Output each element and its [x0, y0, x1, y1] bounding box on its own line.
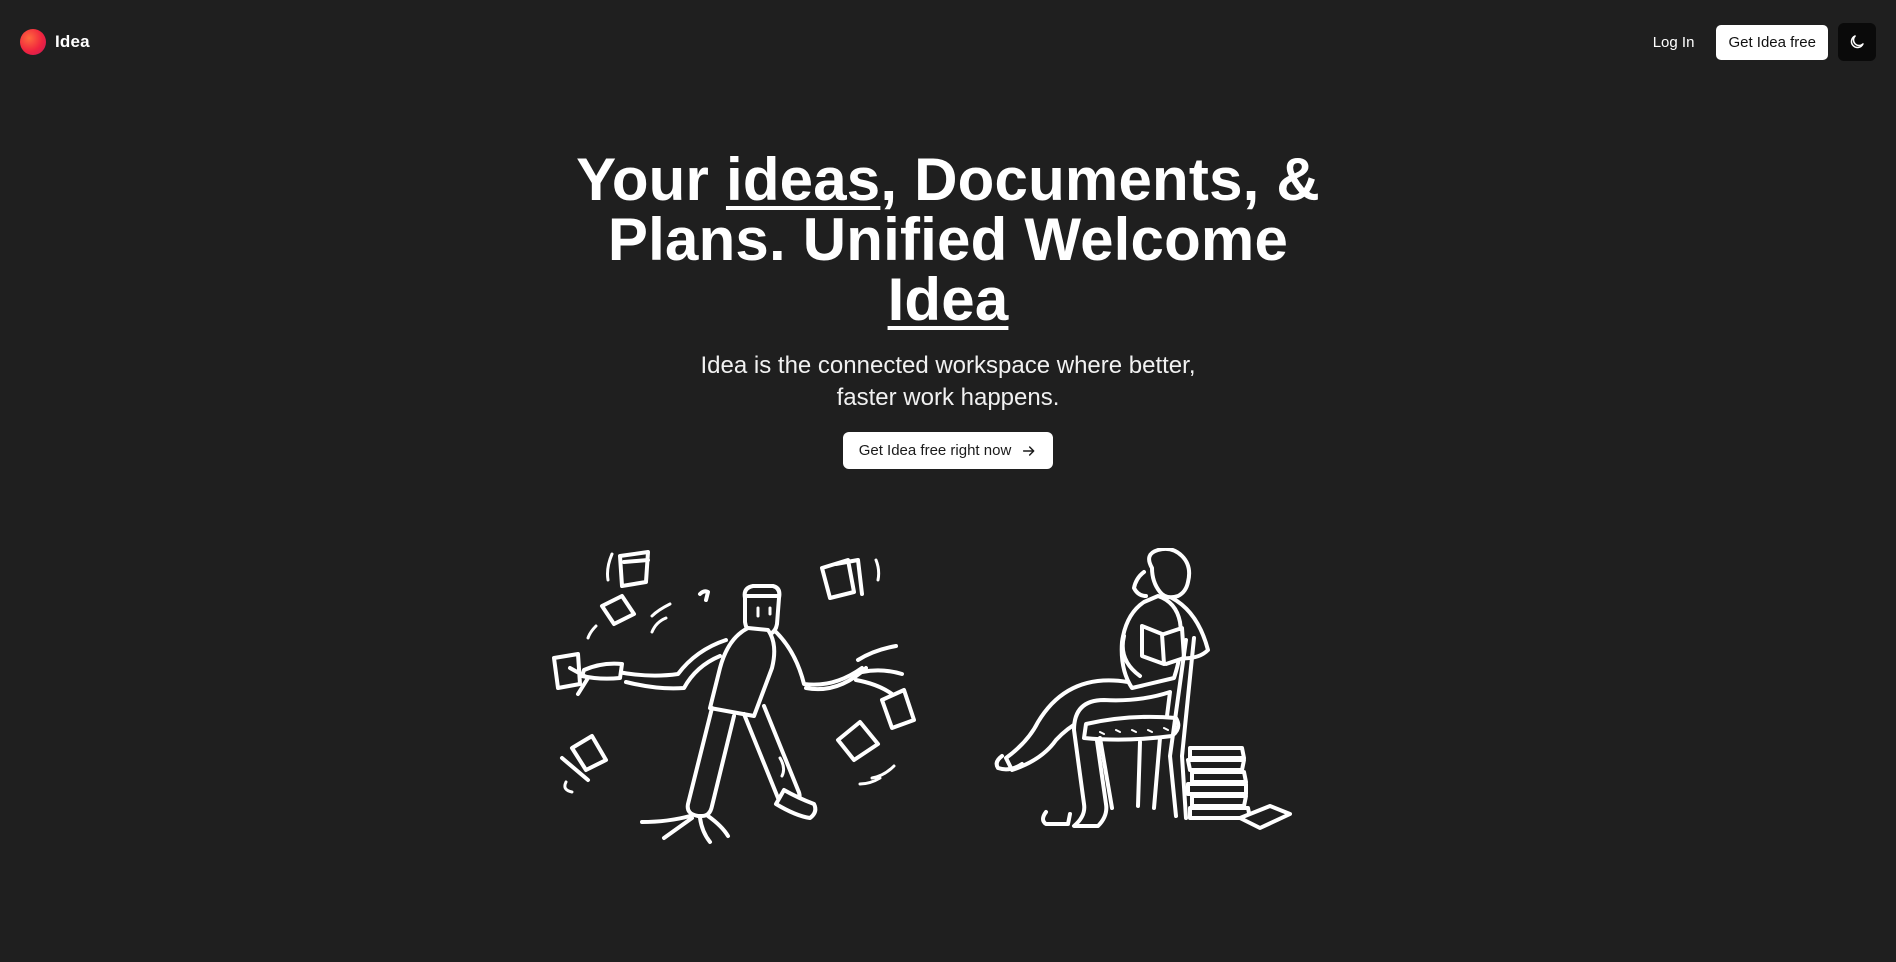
headline-idea-underlined: Idea [887, 266, 1009, 333]
hero-subtitle: Idea is the connected workspace where be… [700, 352, 1196, 411]
headline-text: Your [576, 146, 726, 213]
landing-page: Idea Log In Get Idea free Your ideas, Do… [0, 0, 1896, 962]
navbar: Idea Log In Get Idea free [0, 0, 1896, 84]
cta-label: Get Idea free right now [858, 442, 1012, 459]
nav-actions: Log In Get Idea free [1641, 23, 1876, 61]
brand-link[interactable]: Idea [20, 29, 90, 55]
logo-icon [20, 29, 46, 55]
get-idea-free-button[interactable]: Get Idea free [1716, 24, 1828, 60]
brand-name: Idea [55, 32, 90, 51]
reading-woman-figure [994, 548, 1292, 830]
hero-headline: Your ideas, Documents, & Plans. Unified … [548, 150, 1348, 330]
get-idea-free-right-now-button[interactable]: Get Idea free right now [842, 432, 1054, 469]
login-button[interactable]: Log In [1641, 26, 1707, 59]
juggling-man-figure [552, 550, 916, 844]
moon-icon [1850, 35, 1864, 49]
arrow-right-icon [1023, 445, 1035, 456]
theme-toggle-button[interactable] [1838, 23, 1876, 61]
hero-section: Your ideas, Documents, & Plans. Unified … [0, 150, 1896, 469]
hero-illustration [552, 548, 1292, 844]
headline-ideas-underlined: ideas [725, 146, 881, 213]
